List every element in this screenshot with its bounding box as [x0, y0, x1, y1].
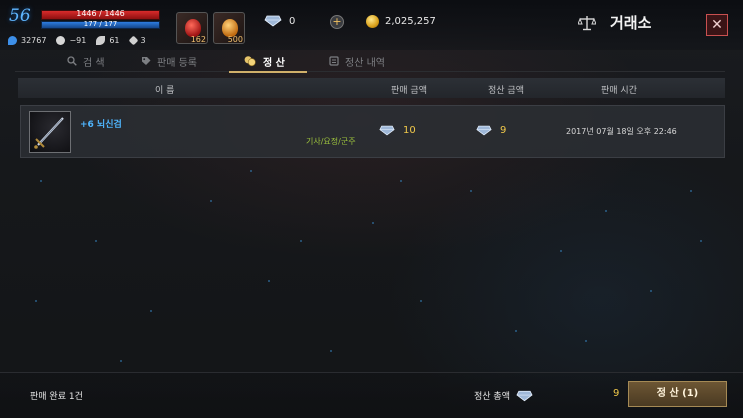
health-potion-slot[interactable]: 162: [176, 12, 208, 44]
level-badge: 56: [9, 6, 31, 26]
gold-value: 2,025,257: [385, 16, 436, 27]
sword-icon: [29, 111, 71, 153]
page-title: 거래소: [578, 12, 651, 33]
tab-search-label: 검 색: [83, 57, 105, 69]
sale-time: 2017년 07월 18일 오후 22:46: [566, 127, 677, 136]
tag-icon: [142, 57, 151, 65]
stat-power-value: 32767: [21, 35, 47, 45]
tab-settlement-history[interactable]: 정산 내역: [329, 50, 385, 72]
coins-icon: [244, 56, 256, 67]
tab-settlement-history-label: 정산 내역: [345, 57, 385, 69]
stat-wing-value: 61: [109, 35, 120, 45]
column-header-sale-time: 판매 시간: [601, 86, 637, 96]
search-icon: [67, 56, 77, 66]
total-settlement-label: 정산 총액: [474, 392, 510, 402]
tab-settlement-label: 정 산: [263, 57, 285, 69]
diamond-value: 0: [289, 15, 296, 27]
mp-text: 177 / 177: [83, 20, 118, 28]
gold-balance: 2,025,257: [366, 15, 436, 28]
stat-wing: 61: [96, 35, 120, 45]
skull-icon: [56, 35, 66, 45]
close-button[interactable]: ✕: [706, 14, 728, 36]
item-classes: 기사/요정/군주: [306, 137, 356, 146]
blue-flame-icon: [8, 35, 17, 45]
wing-icon: [96, 35, 106, 45]
total-settlement: 정산 총액: [474, 389, 540, 402]
mp-bar: 177 / 177: [41, 20, 160, 29]
tab-search[interactable]: 검 색: [67, 50, 105, 72]
scales-icon: [578, 15, 596, 30]
page-title-text: 거래소: [610, 14, 652, 32]
stat-power: 32767: [8, 35, 47, 45]
diamond-icon: [476, 125, 492, 136]
add-currency-button[interactable]: +: [330, 15, 344, 29]
table-row[interactable]: +6 뇌신검 기사/요정/군주 10 9 2017년 07월 18일 오후 22…: [20, 105, 725, 158]
hp-bar: 1446 / 1446: [41, 9, 160, 20]
footer-bar: 판매 완료 1건 정산 총액 9 정 산 (1): [0, 372, 743, 418]
settle-amount-value: 9: [500, 125, 507, 136]
stat-alignment-value: −91: [69, 35, 87, 45]
item-name: +6 뇌신검: [80, 120, 122, 130]
top-status-bar: 56 1446 / 1446 177 / 177 32767 −91 61 3 …: [0, 0, 743, 50]
tab-bar: 검 색 판매 등록 정 산 정산 내역: [15, 50, 725, 73]
tab-sell-register-label: 판매 등록: [157, 57, 197, 69]
history-icon: [329, 56, 339, 66]
crest-icon: [128, 35, 138, 45]
orange-potion-count: 500: [227, 35, 243, 44]
diamond-icon: [264, 15, 282, 27]
column-header-settle-amount: 정산 금액: [488, 86, 524, 96]
settle-amount: 9: [476, 125, 506, 136]
stat-crest-value: 3: [140, 35, 146, 45]
diamond-icon: [379, 125, 395, 136]
total-settlement-value: 9: [613, 388, 620, 399]
table-header: 이 름 판매 금액 정산 금액 판매 시간: [18, 78, 725, 98]
tab-settlement[interactable]: 정 산: [229, 50, 307, 73]
stat-alignment: −91: [56, 35, 87, 45]
orange-potion-slot[interactable]: 500: [213, 12, 245, 44]
health-potion-count: 162: [190, 35, 206, 44]
gold-coin-icon: [366, 15, 379, 28]
diamond-balance: 0: [264, 15, 295, 27]
column-header-name: 이 름: [155, 86, 175, 96]
player-stats: 32767 −91 61 3: [8, 34, 156, 46]
column-header-sale-price: 판매 금액: [391, 86, 427, 96]
tab-sell-register[interactable]: 판매 등록: [141, 50, 197, 72]
sale-price-value: 10: [403, 125, 416, 136]
sale-price: 10: [379, 125, 416, 136]
sold-count: 판매 완료 1건: [30, 392, 83, 402]
hp-text: 1446 / 1446: [76, 9, 125, 18]
stat-crest: 3: [128, 35, 146, 45]
settle-button[interactable]: 정 산 (1): [628, 381, 727, 407]
diamond-icon: [516, 390, 533, 401]
